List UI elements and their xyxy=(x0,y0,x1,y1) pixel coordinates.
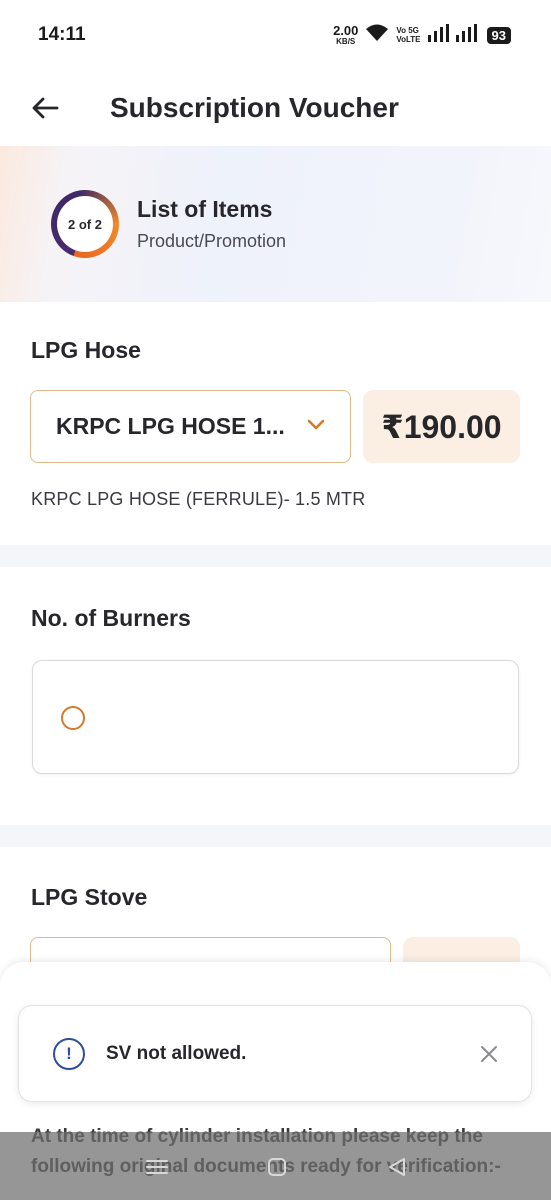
status-time: 14:11 xyxy=(38,24,86,45)
app-bar: Subscription Voucher xyxy=(0,70,551,146)
menu-icon xyxy=(146,1160,168,1174)
battery-indicator: 93 xyxy=(486,26,511,44)
page-title: Subscription Voucher xyxy=(110,92,399,123)
close-icon xyxy=(481,1045,497,1062)
wifi-icon xyxy=(364,23,390,48)
net-speed-value: 2.00 xyxy=(333,22,359,38)
step-header: 2 of 2 List of Items Product/Promotion xyxy=(0,146,551,302)
toast-close-button[interactable] xyxy=(471,1036,507,1072)
system-back-button[interactable] xyxy=(382,1152,412,1182)
lpg-hose-selected: KRPC LPG HOSE 1... xyxy=(56,413,285,439)
step-text: List of Items Product/Promotion xyxy=(137,196,286,252)
signal-icon-2 xyxy=(455,23,477,47)
burners-label: No. of Burners xyxy=(31,605,191,631)
lpg-stove-label: LPG Stove xyxy=(31,884,148,910)
triangle-back-icon xyxy=(389,1158,405,1176)
status-bar: 14:11 2.00 KB/S Vo 5G VoLTE 93 xyxy=(0,0,551,70)
net-speed-unit: KB/S xyxy=(336,36,356,46)
toast-message: SV not allowed. xyxy=(106,1042,247,1064)
arrow-left-icon xyxy=(32,97,59,119)
step-title: List of Items xyxy=(137,196,273,222)
section-divider xyxy=(0,545,551,567)
volte-line2: VoLTE xyxy=(396,35,421,44)
recents-button[interactable] xyxy=(142,1152,172,1182)
volte-indicator: Vo 5G VoLTE xyxy=(396,26,420,44)
volte-line1: Vo 5G xyxy=(396,26,419,35)
step-progress-text: 2 of 2 xyxy=(57,196,113,252)
back-button[interactable] xyxy=(20,83,70,133)
lpg-hose-dropdown[interactable]: KRPC LPG HOSE 1... xyxy=(30,390,351,463)
home-icon xyxy=(268,1158,286,1176)
error-toast: ! SV not allowed. xyxy=(18,1005,532,1102)
section-divider xyxy=(0,825,551,847)
burners-option-card[interactable] xyxy=(32,660,519,774)
info-icon: ! xyxy=(53,1037,85,1070)
home-button[interactable] xyxy=(262,1152,292,1182)
status-icons: 2.00 KB/S Vo 5G VoLTE 93 xyxy=(333,23,511,48)
lpg-hose-description: KRPC LPG HOSE (FERRULE)- 1.5 MTR xyxy=(31,489,366,509)
lpg-hose-label: LPG Hose xyxy=(31,337,141,363)
lpg-hose-price: ₹190.00 xyxy=(363,390,520,463)
step-progress-ring: 2 of 2 xyxy=(51,190,119,258)
burners-radio[interactable] xyxy=(61,706,85,730)
system-nav-bar xyxy=(0,1132,551,1200)
net-speed: 2.00 KB/S xyxy=(333,22,359,46)
signal-icon-1 xyxy=(427,23,449,47)
chevron-down-icon xyxy=(307,418,325,436)
step-subtitle: Product/Promotion xyxy=(137,231,287,251)
